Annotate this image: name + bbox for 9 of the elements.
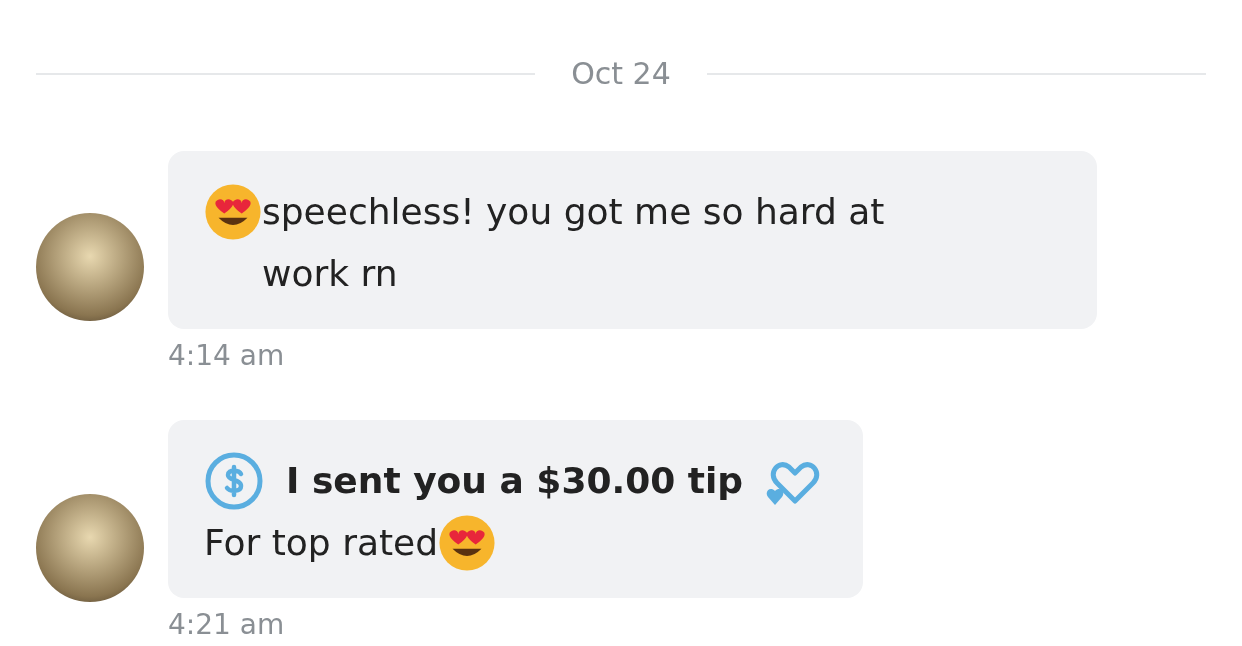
message-time: 4:21 am [168,608,286,641]
dollar-coin-icon [204,451,264,511]
heart-eyes-emoji-icon [438,514,497,572]
message-text: For top rated [204,521,439,565]
date-divider: Oct 24 [571,56,671,91]
message-text: speechless! you got me so hard at work rn [262,190,886,296]
heart-eyes-emoji-icon [204,183,262,241]
message-time: 4:14 am [168,339,286,372]
tip-label: I sent you a $30.00 tip [286,459,744,503]
